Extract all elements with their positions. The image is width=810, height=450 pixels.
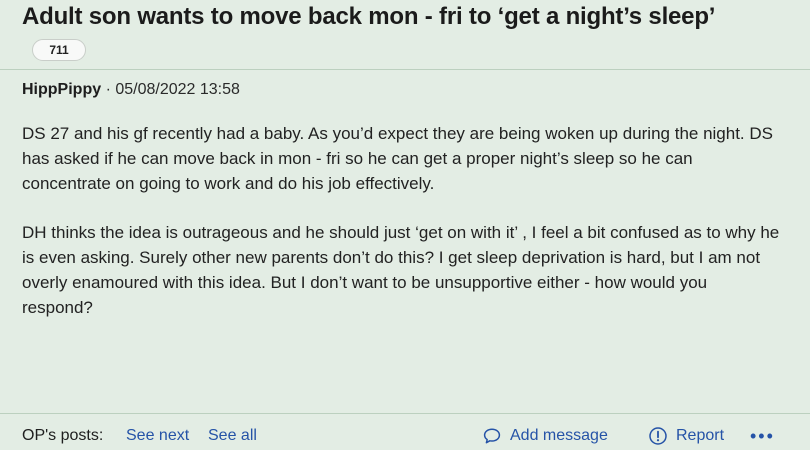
see-all-link[interactable]: See all	[208, 424, 257, 448]
alert-circle-icon	[648, 426, 668, 446]
post-footer: OP's posts: See next See all Add message…	[22, 424, 790, 448]
post-body: DS 27 and his gf recently had a baby. As…	[22, 121, 782, 320]
reply-count-badge: 711	[32, 39, 86, 61]
meta-separator: ·	[105, 81, 111, 98]
post-author[interactable]: HippPippy	[22, 81, 101, 98]
see-next-link[interactable]: See next	[126, 424, 189, 448]
post-paragraph: DS 27 and his gf recently had a baby. As…	[22, 124, 773, 193]
thread-title: Adult son wants to move back mon - fri t…	[22, 3, 716, 30]
report-label: Report	[676, 427, 725, 444]
post-meta: HippPippy · 05/08/2022 13:58	[22, 79, 240, 101]
post-paragraph: DH thinks the idea is outrageous and he …	[22, 223, 780, 317]
add-message-label: Add message	[510, 427, 608, 444]
add-message-button[interactable]: Add message	[482, 424, 608, 448]
header-divider	[0, 69, 810, 70]
ops-posts-label: OP's posts:	[22, 427, 104, 444]
speech-bubble-icon	[482, 426, 502, 446]
report-button[interactable]: Report	[648, 424, 724, 448]
footer-divider	[0, 413, 810, 414]
more-options-button[interactable]: •••	[750, 424, 790, 448]
post-timestamp: 05/08/2022 13:58	[115, 81, 240, 98]
